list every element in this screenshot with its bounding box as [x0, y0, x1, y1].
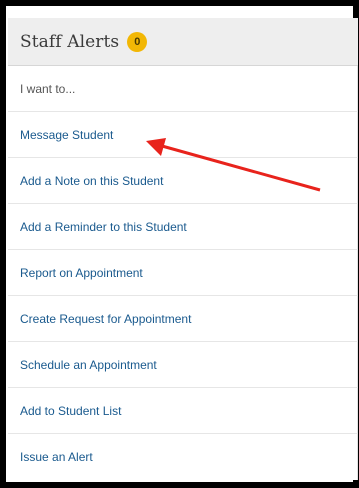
add-to-student-list-link[interactable]: Add to Student List [8, 388, 358, 434]
create-request-for-appointment-link[interactable]: Create Request for Appointment [8, 296, 358, 342]
report-on-appointment-link[interactable]: Report on Appointment [8, 250, 358, 296]
add-note-link[interactable]: Add a Note on this Student [8, 158, 358, 204]
schedule-appointment-link[interactable]: Schedule an Appointment [8, 342, 358, 388]
issue-alert-link[interactable]: Issue an Alert [8, 434, 358, 480]
menu-intro-label: I want to... [8, 66, 358, 112]
panel-title: Staff Alerts [20, 31, 120, 52]
add-reminder-link[interactable]: Add a Reminder to this Student [8, 204, 358, 250]
action-menu: I want to... Message Student Add a Note … [8, 66, 358, 480]
message-student-link[interactable]: Message Student [8, 112, 358, 158]
alert-count-badge: 0 [127, 31, 148, 52]
panel-header: Staff Alerts 0 [8, 18, 358, 66]
